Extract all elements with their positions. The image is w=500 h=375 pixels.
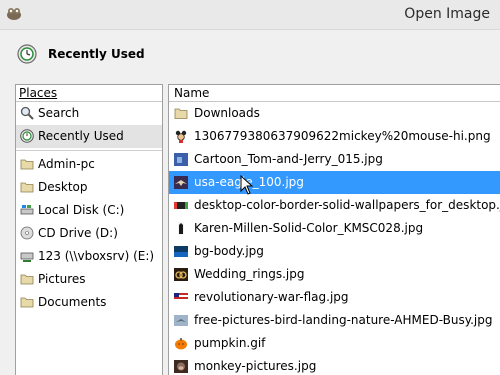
folder-icon <box>20 159 34 170</box>
place-item-admin-pc[interactable]: Admin-pc <box>16 153 162 176</box>
place-label: Documents <box>38 295 107 309</box>
name-column-label: Name <box>174 86 210 100</box>
eagle-thumbnail-icon <box>174 176 188 189</box>
place-item-local-disk[interactable]: Local Disk (C:) <box>16 199 162 222</box>
file-name: Cartoon_Tom-and-Jerry_015.jpg <box>194 152 383 166</box>
karen-millen-thumbnail-icon <box>178 222 184 235</box>
file-row[interactable]: pumpkin.gif <box>169 332 500 355</box>
wallpaper-thumbnail-icon <box>174 202 188 209</box>
place-item-documents[interactable]: Documents <box>16 291 162 314</box>
bird-thumbnail-icon <box>174 315 188 326</box>
place-label: Recently Used <box>38 129 124 143</box>
recent-icon <box>20 129 34 143</box>
folder-icon <box>20 274 34 285</box>
place-item-recently-used[interactable]: Recently Used <box>16 125 162 148</box>
place-item-desktop[interactable]: Desktop <box>16 176 162 199</box>
cd-icon <box>20 226 34 240</box>
folder-icon <box>20 297 34 308</box>
places-panel: Places Search Recently Used Admin-pc Des… <box>15 84 163 375</box>
location-button[interactable]: Recently Used <box>48 47 145 61</box>
file-name: Downloads <box>194 106 260 120</box>
search-icon <box>20 106 34 120</box>
file-name: monkey-pictures.jpg <box>194 359 317 373</box>
files-panel: Name Downloads 130677938063790962​2micke… <box>168 84 500 375</box>
place-label: Search <box>38 106 80 120</box>
places-separator <box>16 150 162 151</box>
name-column-header[interactable]: Name <box>169 85 500 102</box>
place-item-pictures[interactable]: Pictures <box>16 268 162 291</box>
place-item-network-drive[interactable]: 123 (\\vboxsrv) (E:) <box>16 245 162 268</box>
drive-icon <box>20 205 34 215</box>
places-header[interactable]: Places <box>16 85 162 102</box>
window-title: Open Image <box>404 6 490 22</box>
file-row[interactable]: free-pictures-bird-landing-nature-AHMED-… <box>169 309 500 332</box>
file-row[interactable]: bg-body.jpg <box>169 240 500 263</box>
folder-icon <box>20 182 34 193</box>
file-row[interactable]: 130677938063790962​2mickey%20mouse-hi.pn… <box>169 125 500 148</box>
file-name: free-pictures-bird-landing-nature-AHMED-… <box>194 313 493 327</box>
file-name: 130677938063790962​2mickey%20mouse-hi.pn… <box>194 129 491 143</box>
place-label: 123 (\\vboxsrv) (E:) <box>38 249 155 263</box>
flag-thumbnail-icon <box>174 293 188 301</box>
network-drive-icon <box>20 252 34 262</box>
file-row[interactable]: revolutionary-war-flag.jpg <box>169 286 500 309</box>
place-label: Desktop <box>38 180 88 194</box>
place-label: Local Disk (C:) <box>38 203 125 217</box>
file-list: Downloads 130677938063790962​2mickey%20m… <box>169 102 500 375</box>
places-header-label: Places <box>19 86 58 100</box>
gimp-app-icon[interactable] <box>5 5 23 21</box>
file-row[interactable]: Karen-Millen-Solid-Color_KMSC028.jpg <box>169 217 500 240</box>
rings-thumbnail-icon <box>174 268 188 281</box>
file-name: Karen-Millen-Solid-Color_KMSC028.jpg <box>194 221 424 235</box>
folder-icon <box>174 108 188 119</box>
place-item-cd-drive[interactable]: CD Drive (D:) <box>16 222 162 245</box>
recent-clock-icon <box>17 44 37 64</box>
title-bar: Open Image <box>0 0 500 30</box>
file-name: pumpkin.gif <box>194 336 266 350</box>
file-name: desktop-color-border-solid-wallpapers_fo… <box>194 198 500 212</box>
bg-body-thumbnail-icon <box>174 246 188 257</box>
file-row[interactable]: Cartoon_Tom-and-Jerry_015.jpg <box>169 148 500 171</box>
file-name: revolutionary-war-flag.jpg <box>194 290 349 304</box>
place-label: CD Drive (D:) <box>38 226 118 240</box>
monkey-thumbnail-icon <box>174 360 188 373</box>
file-row[interactable]: monkey-pictures.jpg <box>169 355 500 375</box>
place-item-search[interactable]: Search <box>16 102 162 125</box>
place-label: Pictures <box>38 272 86 286</box>
file-row[interactable]: desktop-color-border-solid-wallpapers_fo… <box>169 194 500 217</box>
file-row-selected[interactable]: usa-eagle_100.jpg <box>169 171 500 194</box>
pumpkin-thumbnail-icon <box>175 338 187 350</box>
cartoon-thumbnail-icon <box>174 153 188 166</box>
place-label: Admin-pc <box>38 157 95 171</box>
file-name: Wedding_rings.jpg <box>194 267 305 281</box>
file-row[interactable]: Wedding_rings.jpg <box>169 263 500 286</box>
file-row-downloads[interactable]: Downloads <box>169 102 500 125</box>
mouse-cursor-icon <box>240 175 254 195</box>
file-name: bg-body.jpg <box>194 244 264 258</box>
places-list: Search Recently Used Admin-pc Desktop Lo… <box>16 102 162 314</box>
mickey-thumbnail-icon <box>175 130 187 143</box>
